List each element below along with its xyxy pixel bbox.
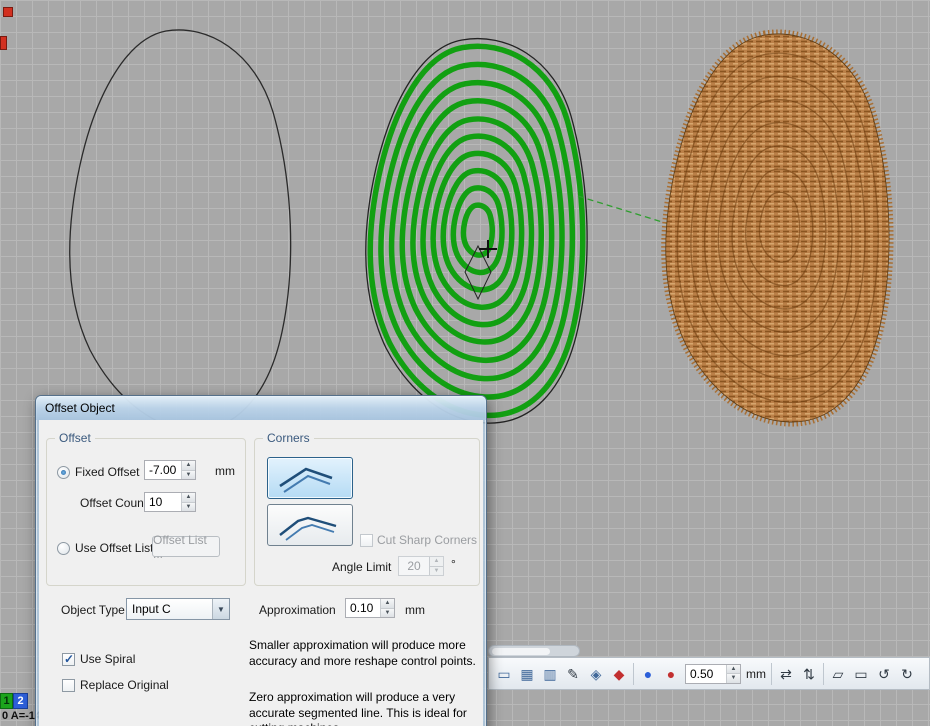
offset-count-label: Offset Count [80,496,147,510]
fixed-offset-value: -7.00 [145,461,181,479]
approximation-label: Approximation [259,603,336,617]
guideline-icon[interactable]: ▥ [541,665,559,683]
corners-group: Corners Cut Sharp Corners Angle Limit [254,438,480,586]
outline-width-value: 0.50 [686,665,726,683]
approximation-note-1: Smaller approximation will produce more … [249,638,483,669]
canvas-marker-icon [3,7,13,17]
use-offset-list-label: Use Offset List [75,541,153,555]
sharp-corner-button[interactable] [267,457,353,499]
offset-object-dialog: Offset Object Offset Fixed Offset -7.00 … [35,395,487,726]
fixed-offset-radio[interactable] [57,466,70,479]
color-chip-2[interactable]: 2 [13,693,28,709]
offset-count-value: 10 [145,493,181,511]
mirror-vertical-icon[interactable]: ⇅ [800,665,818,683]
spin-up-icon[interactable]: ▲ [727,665,740,674]
angle-limit-unit: ° [451,557,456,571]
approximation-unit: mm [405,603,425,617]
bevel-corner-icon [274,509,346,541]
toolbar-separator [771,663,772,685]
object-type-label: Object Type [61,603,125,617]
fixed-offset-stepper[interactable]: -7.00 ▲▼ [144,460,196,480]
approximation-stepper[interactable]: 0.10 ▲▼ [345,598,395,618]
bottom-toolbar: ▭ ▦ ▥ ✎ ◈ ◆ ● ● 0.50 ▲▼ mm ⇄ ⇅ ▱ ▭ ↺ ↻ [488,657,930,690]
grid-icon[interactable]: ▦ [518,665,536,683]
mirror-horizontal-icon[interactable]: ⇄ [777,665,795,683]
edit-nodes-icon[interactable]: ✎ [564,665,582,683]
angle-limit-stepper[interactable]: 20 ▲▼ [398,556,444,576]
chevron-down-icon[interactable]: ▼ [212,599,229,619]
toolbar-separator [823,663,824,685]
sharp-corner-icon [274,462,346,494]
outline-width-stepper[interactable]: 0.50 ▲▼ [685,664,741,684]
angle-limit-label: Angle Limit [332,560,391,574]
dialog-body: Offset Fixed Offset -7.00 ▲▼ mm Offset C… [39,420,483,726]
angle-limit-value: 20 [399,557,429,575]
spin-up-icon[interactable]: ▲ [430,557,443,566]
spin-down-icon[interactable]: ▼ [182,470,195,480]
spin-down-icon[interactable]: ▼ [430,566,443,576]
offset-group: Offset Fixed Offset -7.00 ▲▼ mm Offset C… [46,438,246,586]
corners-group-label: Corners [263,431,314,445]
canvas-marker-icon [0,36,7,50]
red-node-icon[interactable]: ● [662,665,680,683]
offset-count-stepper[interactable]: 10 ▲▼ [144,492,196,512]
color-chip-1[interactable]: 1 [0,693,13,709]
approximation-value: 0.10 [346,599,380,617]
scrollbar-thumb[interactable] [492,648,550,655]
skew-vertical-icon[interactable]: ▭ [852,665,870,683]
use-spiral-checkbox[interactable] [62,653,75,666]
replace-original-checkbox[interactable] [62,679,75,692]
application-window: ▭ ▦ ▥ ✎ ◈ ◆ ● ● 0.50 ▲▼ mm ⇄ ⇅ ▱ ▭ ↺ ↻ 1… [0,0,930,726]
fixed-offset-label: Fixed Offset [75,465,139,479]
skew-horizontal-icon[interactable]: ▱ [829,665,847,683]
use-offset-list-radio[interactable] [57,542,70,555]
spin-up-icon[interactable]: ▲ [182,461,195,470]
offset-group-label: Offset [55,431,95,445]
spin-up-icon[interactable]: ▲ [381,599,394,608]
dialog-titlebar[interactable]: Offset Object [36,396,486,420]
align-icon[interactable]: ▭ [495,665,513,683]
cut-sharp-corners-checkbox[interactable] [360,534,373,547]
rotate-ccw-icon[interactable]: ↺ [875,665,893,683]
diamond-icon[interactable]: ◈ [587,665,605,683]
spin-down-icon[interactable]: ▼ [182,502,195,512]
fixed-offset-unit: mm [215,464,235,478]
outline-shape[interactable] [70,30,291,430]
spin-up-icon[interactable]: ▲ [182,493,195,502]
spin-down-icon[interactable]: ▼ [381,608,394,618]
toolbar-separator [633,663,634,685]
rotate-cw-icon[interactable]: ↻ [898,665,916,683]
replace-original-label: Replace Original [80,678,169,692]
dialog-title: Offset Object [45,401,115,415]
red-diamond-icon[interactable]: ◆ [610,665,628,683]
use-spiral-label: Use Spiral [80,652,135,666]
offset-list-button[interactable]: Offset List ... [152,536,220,557]
approximation-note-2: Zero approximation will produce a very a… [249,690,483,726]
blue-node-icon[interactable]: ● [639,665,657,683]
outline-width-unit: mm [746,667,766,681]
stitched-shape[interactable] [666,34,889,422]
horizontal-scrollbar[interactable] [488,645,580,657]
offset-spiral-shape[interactable] [366,39,587,424]
cut-sharp-corners-label: Cut Sharp Corners [377,533,477,547]
object-type-value: Input C [127,602,212,616]
spin-down-icon[interactable]: ▼ [727,673,740,683]
bevel-corner-button[interactable] [267,504,353,546]
object-type-dropdown[interactable]: Input C ▼ [126,598,230,620]
